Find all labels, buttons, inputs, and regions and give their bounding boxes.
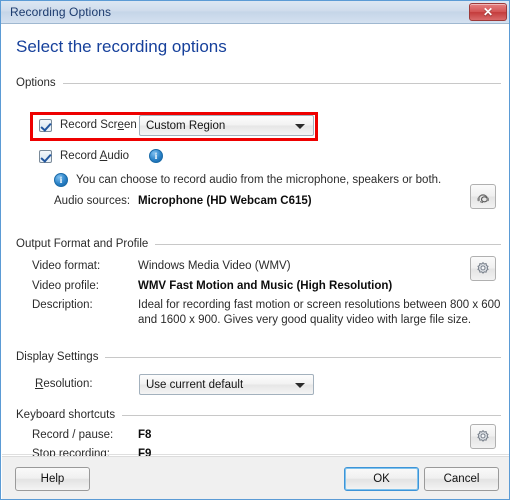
section-keyboard-label: Keyboard shortcuts [16,409,116,421]
cancel-button[interactable]: Cancel [424,467,499,491]
section-display-header: Display Settings [16,350,501,364]
section-output-label: Output Format and Profile [16,238,149,250]
video-profile-label: Video profile: [32,280,99,292]
record-pause-row: Record / pause: F8 [32,427,151,443]
section-keyboard-header: Keyboard shortcuts [16,408,501,422]
section-output-header: Output Format and Profile [16,237,501,251]
resolution-combobox[interactable]: Use current default [139,374,314,395]
keyboard-settings-button[interactable] [470,424,496,449]
audio-hint-text: You can choose to record audio from the … [76,174,442,186]
description-line-2: and 1600 x 900. Gives very good quality … [138,314,472,326]
record-audio-checkbox[interactable] [39,149,52,163]
page-title: Select the recording options [16,37,227,56]
section-display: Display Settings [16,350,501,364]
video-format-value: Windows Media Video (WMV) [138,260,291,272]
divider [122,414,501,416]
description-row: Description: Ideal for recording fast mo… [32,299,500,326]
video-profile-row: Video profile: WMV Fast Motion and Music… [32,278,392,294]
gear-icon [477,261,489,274]
record-region-combobox[interactable]: Custom Region [139,115,314,136]
audio-sources-label: Audio sources: [54,195,131,207]
description-value: Ideal for recording fast motion or scree… [138,299,500,326]
description-label: Description: [32,299,93,311]
output-settings-button[interactable] [470,256,496,281]
record-region-value: Custom Region [146,119,226,132]
record-pause-value: F8 [138,429,152,441]
resolution-label: Resolution: [35,378,93,390]
audio-hint-row: i You can choose to record audio from th… [54,172,441,188]
section-options: Options [16,76,501,90]
section-display-label: Display Settings [16,351,99,363]
headset-icon [477,193,489,203]
video-profile-value: WMV Fast Motion and Music (High Resoluti… [138,280,393,292]
section-output: Output Format and Profile [16,237,501,251]
record-pause-label: Record / pause: [32,429,114,441]
audio-sources-settings-button[interactable] [470,184,496,209]
window-title: Recording Options [10,5,112,19]
video-format-row: Video format: Windows Media Video (WMV) [32,258,291,274]
audio-sources-row: Audio sources: Microphone (HD Webcam C61… [54,193,312,209]
chevron-down-icon [295,382,305,388]
help-button[interactable]: Help [15,467,90,491]
close-icon: ✕ [482,5,494,19]
description-line-1: Ideal for recording fast motion or scree… [138,299,501,311]
divider [155,243,501,245]
record-screen-checkbox[interactable] [39,118,52,132]
record-screen-label: Record Screen [60,119,137,131]
info-icon: i [54,173,68,187]
titlebar: Recording Options ✕ [1,1,509,24]
record-screen-row: Record Screen [39,117,137,133]
record-audio-row: Record Audio i [39,148,164,164]
section-keyboard: Keyboard shortcuts [16,408,501,422]
info-icon[interactable]: i [149,149,164,163]
resolution-value: Use current default [146,378,244,391]
dialog-footer: Help OK Cancel [2,456,509,499]
divider [62,82,501,84]
divider [105,356,501,358]
section-options-label: Options [16,77,56,89]
section-options-header: Options [16,76,501,90]
close-button[interactable]: ✕ [469,3,507,21]
recording-options-dialog: Recording Options ✕ Select the recording… [0,0,510,500]
audio-sources-value: Microphone (HD Webcam C615) [138,195,312,207]
chevron-down-icon [295,123,305,129]
dialog-body: Select the recording options Options Rec… [2,24,509,460]
ok-button[interactable]: OK [344,467,419,491]
gear-icon [477,429,489,442]
video-format-label: Video format: [32,260,101,272]
resolution-row: Resolution: [35,376,93,392]
record-audio-label: Record Audio [60,150,130,162]
